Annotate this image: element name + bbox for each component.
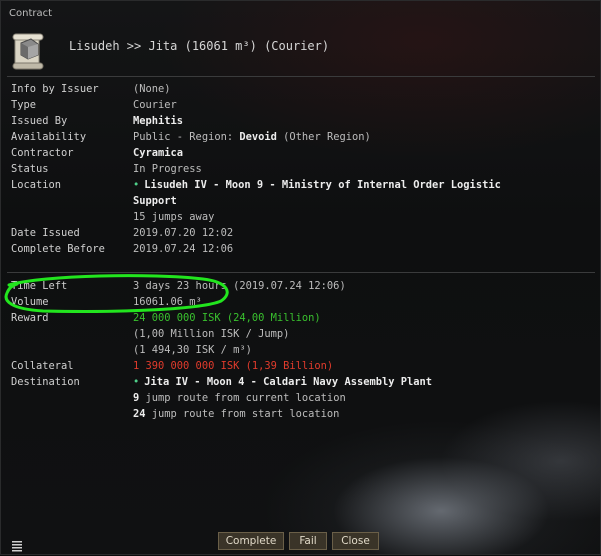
reward-per-jump-row: (1,00 Million ISK / Jump) [11,326,591,342]
region-link[interactable]: Devoid [239,131,277,143]
type-row: Type Courier [11,97,591,113]
complete-before-value: 2019.07.24 12:06 [133,243,234,255]
location-jumps: 15 jumps away [133,211,215,223]
type-label: Type [11,99,37,111]
date-issued-value: 2019.07.20 12:02 [133,227,234,239]
date-issued-row: Date Issued 2019.07.20 12:02 [11,225,591,241]
status-value: In Progress [133,163,202,175]
contract-title: Lisudeh >> Jita (16061 m³) (Courier) [69,39,330,53]
collateral-label: Collateral [11,360,74,372]
contract-scroll-icon [11,31,49,71]
type-value: Courier [133,99,177,111]
volume-highlight-annotation [4,274,229,313]
location-row-2: Support [11,193,591,209]
issued-by-row: Issued By Mephitis [11,113,591,129]
location-row: Location • Lisudeh IV - Moon 9 - Ministry… [11,177,591,193]
destination-status-dot-icon: • [133,376,140,388]
info-by-issuer-label: Info by Issuer [11,83,99,95]
info-by-issuer-value: (None) [133,83,171,95]
route-current-row: 9 jump route from current location [11,390,591,406]
contract-window: Contract Lisudeh >> Jita (16061 m³) (Cou… [0,0,601,555]
route-start-count: 24 [133,408,146,420]
status-label: Status [11,163,49,175]
close-button[interactable]: Close [332,532,379,550]
fail-button[interactable]: Fail [289,532,327,550]
complete-before-label: Complete Before [11,243,105,255]
issued-by-label: Issued By [11,115,68,127]
destination-link[interactable]: Jita IV - Moon 4 - Caldari Navy Assembly… [144,376,432,388]
menu-icon[interactable] [11,537,23,552]
reward-per-jump: (1,00 Million ISK / Jump) [133,328,290,340]
availability-prefix: Public - Region: [133,131,240,143]
availability-suffix: (Other Region) [276,131,371,143]
destination-row: Destination • Jita IV - Moon 4 - Caldari … [11,374,591,390]
route-start-text: jump route from start location [145,408,340,420]
availability-label: Availability [11,131,87,143]
collateral-value: 1 390 000 000 ISK (1,39 Billion) [133,360,334,372]
contractor-row: Contractor Cyramica [11,145,591,161]
status-row: Status In Progress [11,161,591,177]
location-link[interactable]: Lisudeh IV - Moon 9 - Ministry of Intern… [144,179,501,191]
bottom-bar: Complete Fail Close [1,529,601,554]
contractor-link[interactable]: Cyramica [133,147,183,159]
location-status-dot-icon: • [133,179,140,191]
window-title: Contract [9,8,53,19]
availability-row: Availability Public - Region: Devoid (Ot… [11,129,591,145]
complete-button[interactable]: Complete [218,532,284,550]
reward-per-m3: (1 494,30 ISK / m³) [133,344,252,356]
location-label: Location [11,179,62,191]
collateral-row: Collateral 1 390 000 000 ISK (1,39 Billi… [11,358,591,374]
location-link-continued[interactable]: Support [133,195,177,207]
date-issued-label: Date Issued [11,227,80,239]
divider-top [7,76,595,77]
location-jumps-row: 15 jumps away [11,209,591,225]
availability-value: Public - Region: Devoid (Other Region) [133,129,371,145]
contract-header: Lisudeh >> Jita (16061 m³) (Courier) [11,29,591,73]
reward-per-m3-row: (1 494,30 ISK / m³) [11,342,591,358]
route-start-row: 24 jump route from start location [11,406,591,422]
route-current-text: jump route from current location [139,392,346,404]
contractor-label: Contractor [11,147,74,159]
destination-label: Destination [11,376,80,388]
info-by-issuer-row: Info by Issuer (None) [11,81,591,97]
complete-before-row: Complete Before 2019.07.24 12:06 [11,241,591,257]
issuer-link[interactable]: Mephitis [133,115,183,127]
